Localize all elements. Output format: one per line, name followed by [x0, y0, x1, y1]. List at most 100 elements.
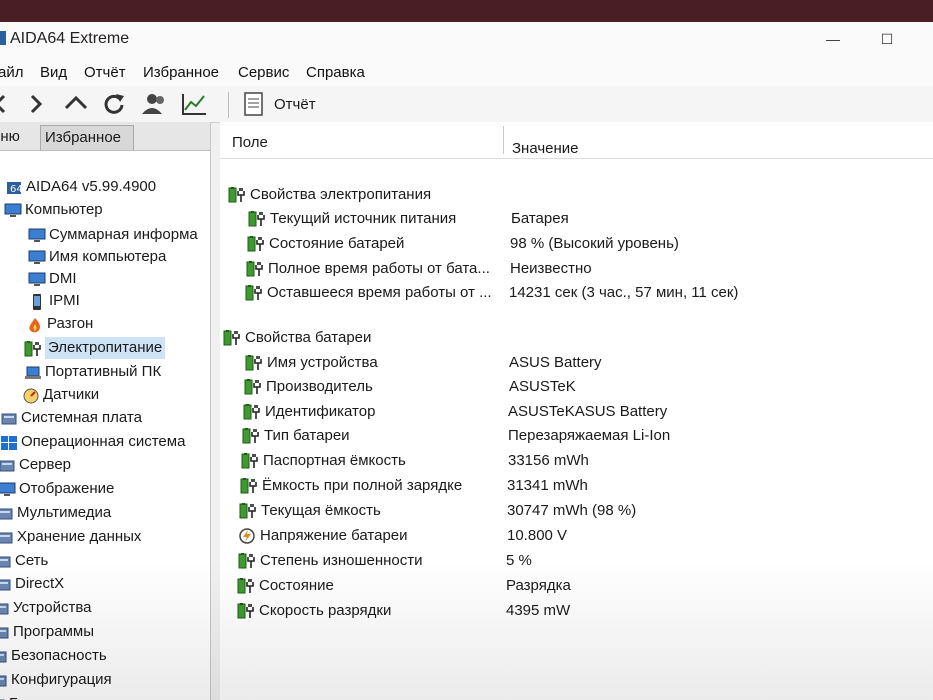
tree-item-label: Устройства	[13, 599, 92, 616]
menu-favorites[interactable]: Избранное	[143, 64, 219, 81]
field-name: Идентификатор	[265, 403, 376, 420]
tree-item-label: Операционная система	[21, 433, 186, 450]
benchmark-chart-icon[interactable]	[180, 90, 208, 118]
nav-tabs: еню Избранное	[0, 122, 210, 151]
report-row[interactable]: Степень изношенности 5 %	[220, 550, 933, 572]
minimize-button[interactable]: —	[810, 24, 856, 54]
up-icon[interactable]	[62, 90, 90, 118]
server-icon	[0, 458, 15, 472]
report-row[interactable]: Идентификатор ASUSTeKASUS Battery	[220, 401, 933, 423]
field-name: Производитель	[266, 378, 373, 395]
column-divider[interactable]	[503, 126, 504, 154]
report-row[interactable]: Текущий источник питания Батарея	[220, 208, 933, 230]
section-header[interactable]: Свойства батареи	[220, 327, 933, 349]
field-name: Полное время работы от бата...	[268, 260, 490, 277]
report-row[interactable]: Полное время работы от бата... Неизвестно	[220, 258, 933, 280]
menu-view[interactable]: Вид	[40, 64, 67, 81]
display-icon	[0, 482, 16, 496]
field-name: Текущий источник питания	[270, 210, 457, 227]
field-name: Тип батареи	[264, 427, 350, 444]
multimedia-icon	[0, 506, 13, 520]
menu-help[interactable]: Справка	[306, 64, 365, 81]
report-row[interactable]: Тип батареи Перезаряжаемая Li-Ion	[220, 425, 933, 447]
config-icon	[0, 673, 7, 687]
tab-menu[interactable]: еню	[0, 125, 37, 149]
tree-item-label: Сервер	[19, 456, 72, 473]
report-icon[interactable]	[240, 90, 268, 118]
column-field-header[interactable]: Поле	[232, 134, 268, 151]
menu-service[interactable]: Сервис	[238, 64, 289, 81]
tree-item-label: Портативный ПК	[45, 363, 162, 380]
field-value: 98 % (Высокий уровень)	[510, 235, 679, 252]
svg-text:64: 64	[10, 184, 23, 195]
field-value: Неизвестно	[510, 260, 592, 277]
field-name: Имя устройства	[267, 354, 378, 371]
report-row[interactable]: Производитель ASUSTeK	[220, 376, 933, 398]
field-value: ASUSTeK	[509, 378, 576, 395]
tree-item-label: База данных	[9, 693, 98, 700]
report-row[interactable]: Скорость разрядки 4395 mW	[220, 600, 933, 622]
field-name: Напряжение батареи	[260, 527, 408, 544]
forward-icon[interactable]	[24, 90, 52, 118]
report-row[interactable]: Состояние Разрядка	[220, 575, 933, 597]
tree-item-label: Разгон	[47, 315, 94, 332]
voltage-icon	[238, 528, 256, 544]
battery-plug-icon	[245, 355, 263, 371]
tree-item-label: Программы	[13, 623, 95, 640]
tree-item-label: Датчики	[43, 386, 100, 403]
monitor-icon	[28, 272, 46, 286]
back-icon[interactable]	[0, 90, 14, 118]
tree-item-label: Отображение	[19, 480, 115, 497]
tree-item-label: Безопасность	[11, 647, 107, 664]
phone-icon	[28, 294, 44, 310]
field-value: 4395 mW	[506, 602, 571, 619]
battery-plug-icon	[237, 603, 255, 619]
monitor-icon	[28, 228, 46, 242]
monitor-icon	[28, 250, 46, 264]
storage-icon	[0, 530, 13, 544]
refresh-icon[interactable]	[100, 90, 128, 118]
battery-plug-icon	[247, 236, 265, 252]
tree-item-label: Конфигурация	[11, 671, 112, 688]
field-value: 30747 mWh (98 %)	[507, 502, 637, 519]
maximize-button[interactable]: ☐	[864, 24, 910, 54]
menu-report[interactable]: Отчёт	[84, 64, 126, 81]
battery-plug-icon	[239, 503, 257, 519]
battery-plug-icon	[24, 341, 41, 357]
report-row[interactable]: Текущая ёмкость 30747 mWh (98 %)	[220, 500, 933, 522]
report-button-label[interactable]: Отчёт	[274, 96, 316, 113]
section-header[interactable]: Свойства электропитания	[220, 184, 933, 206]
tree-item-label: Системная плата	[21, 409, 142, 426]
tab-favorites[interactable]: Избранное	[40, 125, 134, 150]
report-row[interactable]: Ёмкость при полной зарядке 31341 mWh	[220, 475, 933, 497]
devices-icon	[0, 601, 9, 615]
battery-plug-icon	[237, 578, 255, 594]
computer-icon	[4, 203, 22, 217]
field-value: ASUS Battery	[509, 354, 602, 371]
user-icon[interactable]	[140, 90, 168, 118]
tree-item-label: Суммарная информа	[49, 226, 198, 243]
field-value: ASUSTeKASUS Battery	[508, 403, 668, 420]
report-row[interactable]: Оставшееся время работы от ... 14231 сек …	[220, 282, 933, 304]
menu-file[interactable]: айл	[0, 64, 23, 81]
report-row[interactable]: Имя устройства ASUS Battery	[220, 352, 933, 374]
report-row[interactable]: Напряжение батареи 10.800 V	[220, 525, 933, 547]
column-value-header[interactable]: Значение	[512, 140, 579, 157]
battery-plug-icon	[228, 187, 246, 203]
report-row[interactable]: Состояние батарей 98 % (Высокий уровень)	[220, 233, 933, 255]
app-icon	[0, 31, 6, 45]
windows-icon	[0, 435, 17, 450]
battery-plug-icon	[244, 379, 262, 395]
field-value: Разрядка	[506, 577, 571, 594]
field-name: Текущая ёмкость	[261, 502, 381, 519]
field-value: 5 %	[506, 552, 532, 569]
gauge-icon	[22, 388, 39, 404]
battery-plug-icon	[238, 553, 256, 569]
field-value: 31341 mWh	[507, 477, 588, 494]
tree-item-label: Мультимедиа	[17, 504, 112, 521]
battery-plug-icon	[248, 211, 266, 227]
battery-plug-icon	[223, 330, 241, 346]
navigation-pane: еню Избранное 64AIDA64 v5.99.4900 Компьют…	[0, 122, 211, 700]
report-row[interactable]: Паспортная ёмкость 33156 mWh	[220, 450, 933, 472]
programs-icon	[0, 625, 9, 639]
